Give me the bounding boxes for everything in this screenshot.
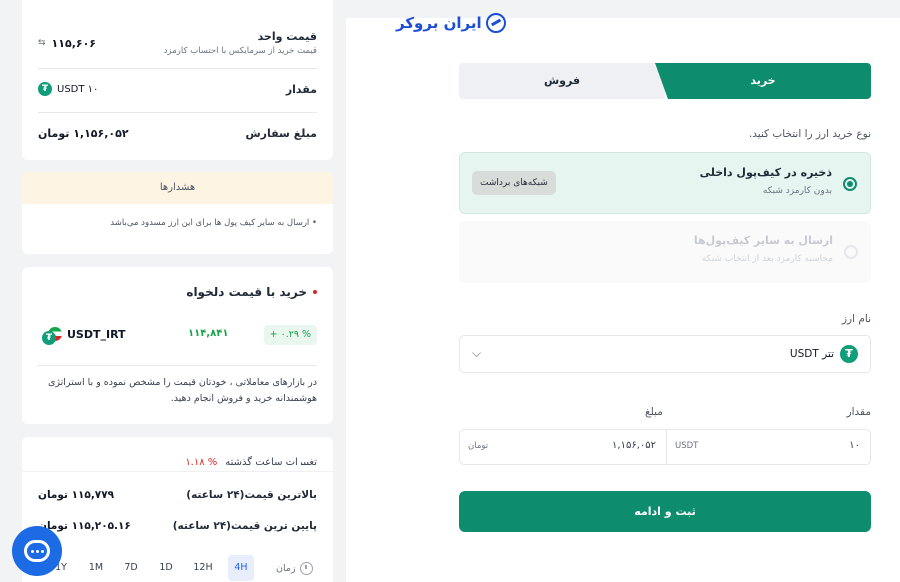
unit-price-desc: قیمت خرید از سرمایکس با احتساب کارمزد [163, 46, 317, 56]
partial-stat-value: % ۱.۱۸ [185, 457, 218, 465]
brand-logo-icon [485, 13, 506, 33]
high-price-label: بالاترین قیمت(۲۴ ساعته) [186, 489, 317, 501]
unit-price-value: ۱۱۵,۶۰۶ [51, 36, 97, 50]
timeframe-label: زمان [276, 562, 296, 574]
amount-inputs: ۱۰ USDT ۱,۱۵۶,۰۵۲ تومان [459, 429, 871, 465]
timeframe-4h[interactable]: 4H [228, 555, 254, 581]
purchase-type-prompt: نوع خرید ارز را انتخاب کنید. [748, 128, 871, 140]
quantity-unit: USDT [675, 441, 699, 451]
timeframe-12h[interactable]: 12H [190, 555, 216, 581]
pair-row[interactable]: ₮ USDT_IRT ۱۱۴,۸۴۱ + ۰.۲۹ % [38, 325, 317, 347]
quantity-label: مقدار [846, 406, 871, 418]
amount-label: مقدار [285, 82, 317, 96]
network-button[interactable]: شبکه‌های برداشت [472, 171, 556, 195]
amount-value: ۱۰ USDT [57, 83, 99, 95]
radio-unselected[interactable] [844, 245, 858, 259]
chevron-down-icon: ⌵ [472, 346, 482, 360]
divider [38, 112, 317, 113]
order-summary-card: قیمت واحد قیمت خرید از سرمایکس با احتساب… [22, 0, 333, 160]
order-total-value: ۱,۱۵۶,۰۵۲ تومان [38, 127, 129, 140]
low-price-label: پایین ترین قیمت(۲۴ ساعته) [172, 520, 317, 532]
high-price-row: بالاترین قیمت(۲۴ ساعته) ۱۱۵,۷۷۹ تومان [38, 489, 317, 501]
order-total-row: مبلغ سفارش ۱,۱۵۶,۰۵۲ تومان [38, 127, 317, 140]
price-input[interactable]: ۱,۱۵۶,۰۵۲ تومان [460, 430, 666, 464]
option-external-title: ارسال به سایر کیف‌پول‌ها [693, 234, 833, 247]
chat-bubble-icon [24, 540, 50, 562]
divider [38, 68, 317, 69]
price-value: ۱,۱۵۶,۰۵۲ [612, 440, 656, 451]
custom-price-card: خرید با قیمت دلخواه ₮ USDT_IRT ۱۱۴,۸۴۱ +… [22, 267, 333, 424]
usdt-irt-flag-icon: ₮ [42, 327, 62, 345]
divider [22, 471, 333, 472]
warning-item: • ارسال به سایر کیف پول ها برای این ارز … [110, 218, 317, 228]
price-unit: تومان [468, 441, 489, 451]
brand-logo[interactable]: ایران بروکر [396, 13, 506, 33]
option-external-desc: محاسبه کارمزد بعد از انتخاب شبکه [701, 254, 833, 264]
currency-current: ₮ تتر USDT [790, 345, 858, 363]
custom-price-desc: در بازارهای معاملاتی ، خودتان قیمت را مش… [47, 377, 317, 404]
custom-price-title[interactable]: خرید با قیمت دلخواه [186, 285, 307, 299]
red-dot-icon [313, 290, 317, 294]
unit-price-row: قیمت واحد قیمت خرید از سرمایکس با احتساب… [38, 30, 317, 56]
pair-price: ۱۱۴,۸۴۱ [188, 328, 229, 339]
option-internal-desc: بدون کارمزد شبکه [762, 186, 832, 196]
buy-sell-tabs: فروش خرید [459, 63, 871, 99]
option-internal-title: ذخیره در کیف‌پول داخلی [699, 166, 832, 179]
pair-change-badge: + ۰.۲۹ % [263, 325, 317, 345]
warnings-card: هشدارها • ارسال به سایر کیف پول ها برای … [22, 172, 333, 254]
divider [38, 365, 317, 366]
timeframe-1d[interactable]: 1D [153, 555, 179, 581]
currency-select[interactable]: ₮ تتر USDT ⌵ [459, 335, 871, 373]
currency-value: تتر USDT [789, 348, 834, 360]
tab-buy[interactable]: خرید [655, 63, 871, 99]
quantity-value: ۱۰ [849, 440, 860, 451]
order-total-label: مبلغ سفارش [245, 127, 317, 140]
timeframe-1m[interactable]: 1M [83, 555, 109, 581]
unit-price-label: قیمت واحد [257, 30, 317, 43]
custom-price-header: خرید با قیمت دلخواه [186, 285, 317, 299]
tether-icon: ₮ [38, 82, 52, 96]
option-external-wallet[interactable]: ارسال به سایر کیف‌پول‌ها محاسبه کارمزد ب… [459, 221, 871, 283]
support-chat-button[interactable] [12, 526, 62, 576]
partial-stat-title: تغییرات ساعت گذشته [225, 457, 317, 465]
warnings-title: هشدارها [22, 172, 333, 204]
low-price-row: پایین ترین قیمت(۲۴ ساعته) ۱۱۵,۲۰۵.۱۶ توم… [38, 520, 317, 532]
price-label: مبلغ [645, 406, 663, 418]
order-sidebar: قیمت واحد قیمت خرید از سرمایکس با احتساب… [0, 0, 348, 582]
amount-row: مقدار ۱۰ USDT ₮ [38, 82, 317, 96]
currency-label: نام ارز [841, 313, 871, 325]
timeframe-7d[interactable]: 7D [118, 555, 144, 581]
high-price-value: ۱۱۵,۷۷۹ تومان [38, 489, 115, 501]
tether-icon: ₮ [840, 345, 858, 363]
timeframe-label-wrap: زمان [276, 555, 313, 581]
submit-button[interactable]: ثبت و ادامه [459, 491, 871, 532]
option-internal-wallet[interactable]: ذخیره در کیف‌پول داخلی بدون کارمزد شبکه … [459, 152, 871, 214]
clock-icon [299, 561, 313, 575]
tab-sell[interactable]: فروش [459, 63, 665, 99]
radio-selected[interactable] [843, 177, 857, 191]
pair-name: USDT_IRT [67, 328, 126, 341]
warning-item-text: ارسال به سایر کیف پول ها برای این ارز مس… [110, 218, 310, 228]
quantity-input[interactable]: ۱۰ USDT [667, 430, 870, 464]
brand-logo-text: ایران بروکر [396, 14, 482, 32]
partial-stat-row: تغییرات ساعت گذشته % ۱.۱۸ [185, 455, 317, 465]
toman-icon: ⇆ [38, 38, 46, 48]
